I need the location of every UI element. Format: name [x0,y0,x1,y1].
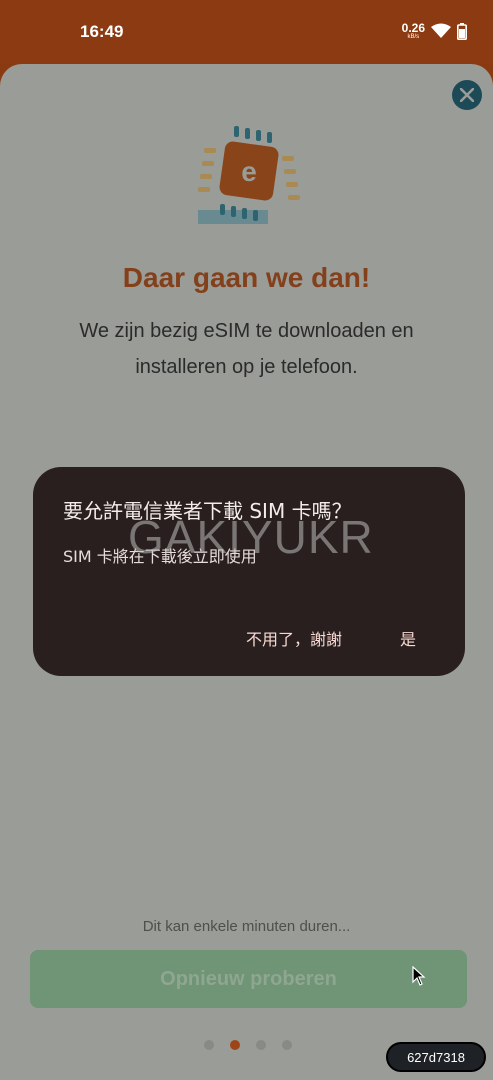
page-dot [282,1040,292,1050]
retry-button-label: Opnieuw proberen [160,967,337,990]
page-dot-active [230,1040,240,1050]
cursor-icon [412,966,426,986]
status-bar: 16:49 0.26 kB/s [0,0,493,64]
page-indicator [204,1040,292,1050]
network-speed: 0.26 kB/s [402,22,425,40]
page-dot [204,1040,214,1050]
status-indicators: 0.26 kB/s [402,22,467,40]
download-sim-dialog: 要允許電信業者下載 SIM 卡嗎？ SIM 卡將在下載後立即使用 不用了，謝謝 … [33,467,465,676]
status-time: 16:49 [80,22,124,41]
battery-icon [457,22,467,40]
confirm-button[interactable]: 是 [400,626,416,650]
close-button[interactable] [452,80,482,110]
retry-button[interactable]: Opnieuw proberen [30,950,467,1008]
close-icon [460,88,474,102]
duration-hint: Dit kan enkele minuten duren... [142,918,351,935]
session-id-badge: 627d7318 [386,1042,486,1072]
esim-chip-letter: e [241,156,257,187]
decline-button[interactable]: 不用了，謝謝 [246,626,342,650]
wifi-icon [431,23,451,38]
network-speed-value: 0.26 [401,21,425,35]
watermark: GAKIYUKR [128,511,374,563]
network-speed-unit: kB/s [407,34,420,40]
page-dot [256,1040,266,1050]
esim-chip-icon: e [198,126,300,224]
page-subtitle: We zijn bezig eSIM te downloaden en inst… [79,320,414,378]
page-title: Daar gaan we dan! [122,262,371,293]
